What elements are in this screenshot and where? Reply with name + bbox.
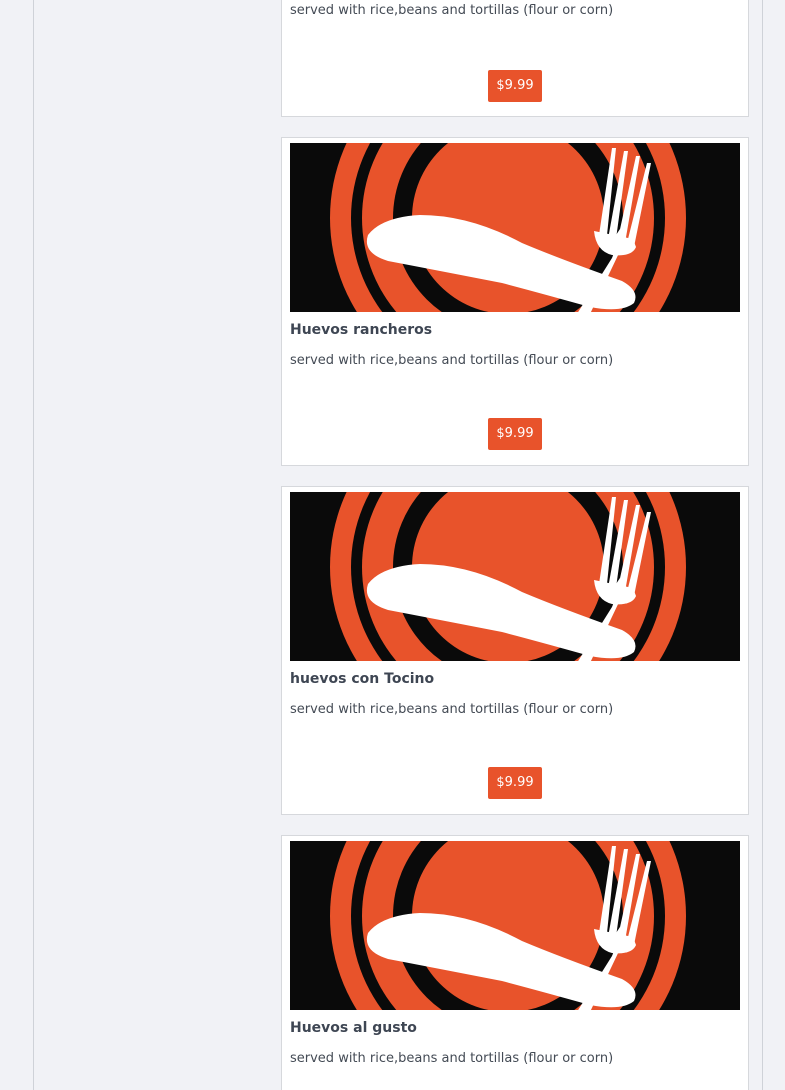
left-column-divider xyxy=(33,0,34,1090)
plate-fork-knife-illustration xyxy=(290,492,740,661)
plate-fork-knife-illustration xyxy=(290,841,740,1010)
menu-item-card: Huevos rancheros served with rice,beans … xyxy=(281,137,749,466)
menu-item-description: served with rice,beans and tortillas (fl… xyxy=(290,702,614,717)
menu-item-description: served with rice,beans and tortillas (fl… xyxy=(290,353,614,368)
plate-fork-knife-icon[interactable] xyxy=(290,841,740,1010)
plate-fork-knife-illustration xyxy=(290,143,740,312)
menu-item-title[interactable]: huevos con Tocino xyxy=(290,671,434,687)
menu-item-card: Huevos al gusto served with rice,beans a… xyxy=(281,835,749,1090)
plate-fork-knife-icon[interactable] xyxy=(290,492,740,661)
price-button[interactable]: $9.99 xyxy=(488,418,542,450)
price-button[interactable]: $9.99 xyxy=(488,70,542,102)
right-column-divider xyxy=(762,0,763,1090)
menu-item-title[interactable]: Huevos al gusto xyxy=(290,1020,417,1036)
menu-page: served with rice,beans and tortillas (fl… xyxy=(0,0,785,1090)
menu-item-title[interactable]: Huevos rancheros xyxy=(290,322,432,338)
menu-item-card: served with rice,beans and tortillas (fl… xyxy=(281,0,749,117)
price-button[interactable]: $9.99 xyxy=(488,767,542,799)
menu-item-card: huevos con Tocino served with rice,beans… xyxy=(281,486,749,815)
menu-item-description: served with rice,beans and tortillas (fl… xyxy=(290,1051,614,1066)
plate-fork-knife-icon[interactable] xyxy=(290,143,740,312)
menu-item-description: served with rice,beans and tortillas (fl… xyxy=(290,3,614,18)
